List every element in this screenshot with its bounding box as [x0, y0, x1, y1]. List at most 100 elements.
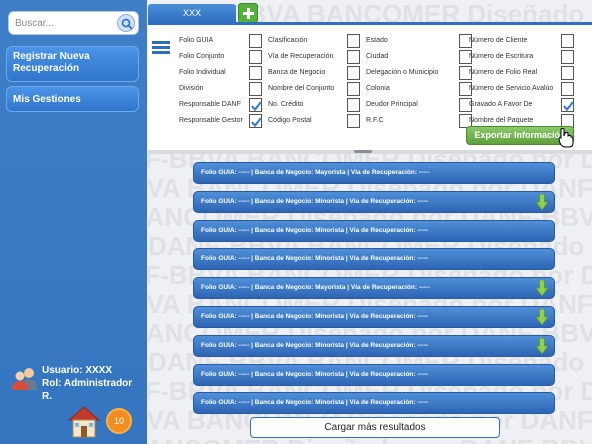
filter-field[interactable]: Ciudad [366, 49, 472, 65]
result-row[interactable]: Folio GUIA: ----- | Banca de Negocio: Mi… [193, 363, 555, 386]
result-text: Folio GUIA: ----- | Banca de Negocio: Mi… [201, 370, 429, 378]
filter-field[interactable]: Deudor Principal [366, 97, 472, 113]
filter-field[interactable]: Colonia [366, 81, 472, 97]
filter-field[interactable]: Delegación o Municipio [366, 65, 472, 81]
filter-field[interactable]: Clasificación [268, 33, 360, 49]
menu-icon[interactable] [152, 41, 170, 55]
filter-field[interactable]: Banca de Negocio [268, 65, 360, 81]
filter-panel: Folio GUIA Folio Conjunto Folio Individual… [148, 22, 592, 150]
search-icon[interactable] [117, 14, 135, 32]
filter-column: Número de Cliente Número de Escritura Núme… [469, 33, 574, 129]
checkbox[interactable] [249, 82, 262, 96]
filter-label: Vía de Recuperación [268, 53, 334, 60]
checkbox[interactable] [347, 114, 360, 128]
filter-label: Folio Individual [179, 69, 226, 76]
filter-label: Responsable Gestor [179, 117, 243, 124]
checkbox[interactable] [347, 82, 360, 96]
filter-field[interactable]: Número de Cliente [469, 33, 574, 49]
filter-column: Clasificación Vía de Recuperación Banca de… [268, 33, 360, 129]
filter-label: Estado [366, 37, 388, 44]
down-arrow-icon[interactable] [535, 337, 549, 363]
filter-label: Clasificación [268, 37, 308, 44]
checkbox[interactable] [249, 50, 262, 64]
filter-field[interactable]: Vía de Recuperación [268, 49, 360, 65]
menu-registrar-recuperacion[interactable]: Registrar Nueva Recuperación [6, 46, 139, 82]
filter-label: Nombre del Conjunto [268, 85, 335, 92]
notification-badge[interactable]: 10 [106, 408, 132, 434]
result-row[interactable]: Folio GUIA: ----- | Banca de Negocio: Ma… [193, 277, 555, 300]
checkbox[interactable] [347, 98, 360, 112]
result-row[interactable]: Folio GUIA: ----- | Banca de Negocio: Mi… [193, 219, 555, 242]
result-text: Folio GUIA: ----- | Banca de Negocio: Ma… [201, 169, 430, 176]
filter-label: Banca de Negocio [268, 69, 326, 76]
add-tab-button[interactable] [238, 3, 258, 23]
tab-active[interactable]: XXX [148, 4, 236, 22]
user-role: Rol: Administrador R. [42, 378, 133, 402]
filter-label: Número de Servicio Avalúo [469, 85, 554, 92]
filter-label: Gravado A Favor De [469, 101, 533, 108]
filter-field[interactable]: Número de Escritura [469, 49, 574, 65]
checkbox[interactable] [561, 82, 574, 96]
filter-field[interactable]: Responsable DANF [179, 97, 262, 113]
down-arrow-icon[interactable] [535, 308, 549, 334]
checkbox-checked[interactable] [249, 114, 262, 128]
filter-label: Folio Conjunto [179, 53, 225, 60]
down-arrow-icon[interactable] [535, 279, 549, 305]
user-name: Usuario: XXXX [42, 365, 113, 376]
checkbox[interactable] [561, 34, 574, 48]
result-row[interactable]: Folio GUIA: ----- | Banca de Negocio: Mi… [193, 305, 555, 328]
menu-mis-gestiones[interactable]: Mis Gestiones [6, 86, 139, 112]
filter-field[interactable]: Nombre del Conjunto [268, 81, 360, 97]
result-text: Folio GUIA: ----- | Banca de Negocio: Ma… [201, 284, 430, 292]
results-list: Folio GUIA: ----- | Banca de Negocio: Ma… [193, 162, 555, 421]
filter-field[interactable]: Gravado A Favor De [469, 97, 574, 113]
home-icon[interactable] [66, 403, 102, 444]
filter-field[interactable]: Folio Conjunto [179, 49, 262, 65]
filter-field[interactable]: No. Crédito [268, 97, 360, 113]
user-info: Usuario: XXXX Rol: Administrador R. [12, 364, 142, 402]
filter-column: Folio GUIA Folio Conjunto Folio Individual… [179, 33, 262, 129]
checkbox[interactable] [347, 50, 360, 64]
result-row[interactable]: Folio GUIA: ----- | Banca de Negocio: Mi… [193, 190, 555, 213]
filter-field[interactable]: Código Postal [268, 113, 360, 129]
result-row[interactable]: Folio GUIA: ----- | Banca de Negocio: Mi… [193, 392, 555, 415]
panel-divider[interactable] [148, 150, 592, 154]
filter-label: Colonia [366, 85, 390, 92]
filter-field[interactable]: Folio GUIA [179, 33, 262, 49]
checkbox[interactable] [561, 66, 574, 80]
filter-label: Número de Folio Real [469, 69, 538, 76]
checkbox-checked[interactable] [249, 98, 262, 112]
filter-label: Deudor Principal [366, 101, 418, 108]
result-row[interactable]: Folio GUIA: ----- | Banca de Negocio: Mi… [193, 334, 555, 357]
down-arrow-icon[interactable] [535, 193, 549, 219]
checkbox[interactable] [347, 34, 360, 48]
filter-field[interactable]: Responsable Gestor [179, 113, 262, 129]
checkbox[interactable] [249, 34, 262, 48]
filter-label: Responsable DANF [179, 101, 241, 108]
filter-label: Delegación o Municipio [366, 69, 439, 76]
checkbox[interactable] [561, 50, 574, 64]
filter-field[interactable]: Estado [366, 33, 472, 49]
filter-label: No. Crédito [268, 101, 304, 108]
result-text: Folio GUIA: ----- | Banca de Negocio: Mi… [201, 312, 429, 320]
filter-field[interactable]: Número de Folio Real [469, 65, 574, 81]
filter-field[interactable]: División [179, 81, 262, 97]
result-text: Folio GUIA: ----- | Banca de Negocio: Mi… [201, 197, 429, 205]
result-text: Folio GUIA: ----- | Banca de Negocio: Mi… [201, 341, 429, 349]
checkbox[interactable] [347, 66, 360, 80]
load-more-button[interactable]: Cargar más resultados [250, 417, 500, 438]
result-text: Folio GUIA: ----- | Banca de Negocio: Mi… [201, 226, 429, 234]
filter-label: Ciudad [366, 53, 389, 60]
checkbox[interactable] [249, 66, 262, 80]
filter-field[interactable]: Folio Individual [179, 65, 262, 81]
result-row[interactable]: Folio GUIA: ----- | Banca de Negocio: Ma… [193, 162, 555, 184]
users-icon [12, 366, 38, 395]
search-input[interactable]: Buscar... [15, 18, 54, 29]
sidebar: Buscar... Registrar Nueva Recuperación M… [0, 0, 147, 444]
checkbox-checked[interactable] [561, 98, 574, 112]
filter-field[interactable]: R.F.C [366, 113, 472, 129]
filter-label: División [179, 85, 204, 92]
result-row[interactable]: Folio GUIA: ----- | Banca de Negocio: Mi… [193, 248, 555, 271]
search-box[interactable]: Buscar... [8, 11, 139, 35]
filter-field[interactable]: Número de Servicio Avalúo [469, 81, 574, 97]
